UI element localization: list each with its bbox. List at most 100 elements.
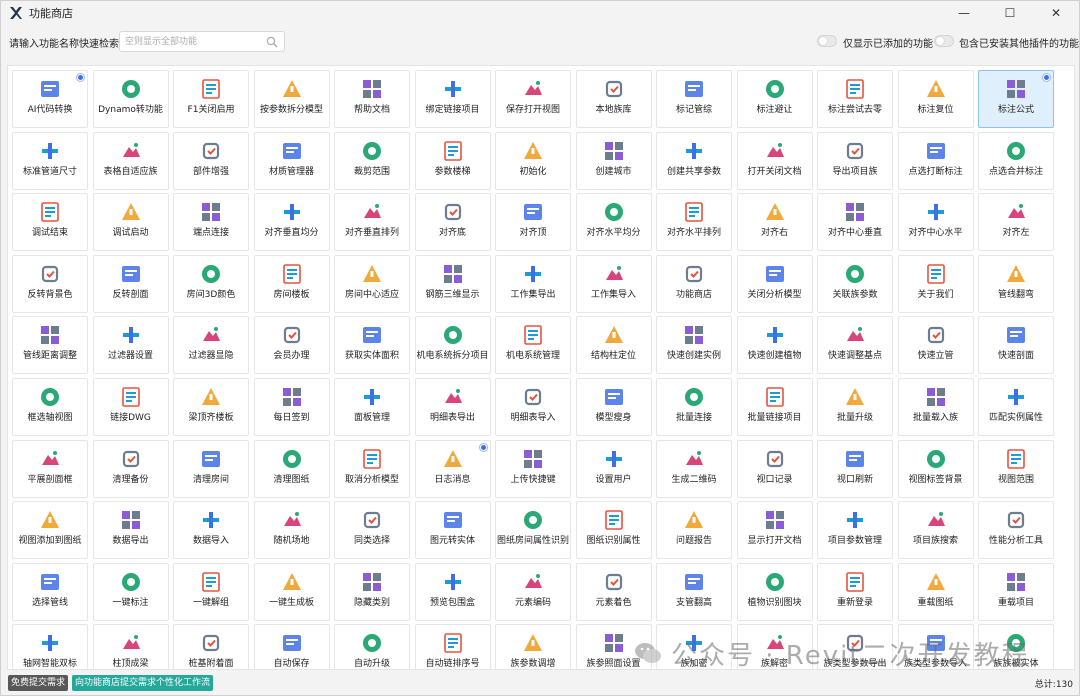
function-tile[interactable]: 视口记录 xyxy=(736,439,813,498)
function-tile[interactable]: 结构柱定位 xyxy=(575,316,652,375)
function-tile[interactable]: 本地族库 xyxy=(575,70,652,128)
function-tile[interactable]: 上传快捷键 xyxy=(495,439,571,498)
function-tile[interactable]: 关于我们 xyxy=(897,254,974,313)
function-tile[interactable]: 管线距离调整 xyxy=(12,316,88,375)
function-tile[interactable]: 项目族搜索 xyxy=(897,501,974,560)
function-tile[interactable]: 图纸识别属性 xyxy=(575,501,652,560)
function-tile[interactable]: 问题报告 xyxy=(656,501,732,560)
function-tile[interactable]: 族解密 xyxy=(736,624,813,669)
function-tile[interactable]: 标准管道尺寸 xyxy=(12,131,88,190)
function-tile[interactable]: 裁剪范围 xyxy=(334,131,410,190)
function-tile[interactable]: 选择管线 xyxy=(12,562,88,621)
function-tile[interactable]: 钢筋三维显示 xyxy=(414,254,491,313)
function-tile[interactable]: 取消分析模型 xyxy=(334,439,410,498)
function-tile[interactable]: 对齐顶 xyxy=(495,193,571,252)
function-tile[interactable]: 关闭分析模型 xyxy=(736,254,813,313)
function-tile[interactable]: 一键标注 xyxy=(92,562,169,621)
function-tile[interactable]: 视图范围 xyxy=(978,439,1054,498)
function-tile[interactable]: 框选轴视图 xyxy=(12,377,88,436)
function-tile[interactable]: Dynamo转功能 xyxy=(92,70,169,128)
function-tile[interactable]: 批量载入族 xyxy=(897,377,974,436)
function-tile[interactable]: 过滤器设置 xyxy=(92,316,169,375)
function-tile[interactable]: 族族被实体 xyxy=(978,624,1054,669)
function-tile[interactable]: 打开关闭文档 xyxy=(736,131,813,190)
function-tile[interactable]: 调试结束 xyxy=(12,193,88,252)
function-tile[interactable]: 轴网智能双标 xyxy=(12,624,88,669)
function-tile[interactable]: 绑定链接项目 xyxy=(414,70,491,128)
function-tile[interactable]: 明细表导入 xyxy=(495,377,571,436)
function-tile[interactable]: 对齐中心垂直 xyxy=(817,193,893,252)
function-tile[interactable]: 平展剖面框 xyxy=(12,439,88,498)
function-tile[interactable]: 数据导出 xyxy=(92,501,169,560)
function-tile[interactable]: 导出项目族 xyxy=(817,131,893,190)
function-tile[interactable]: 部件增强 xyxy=(173,131,249,190)
function-tile[interactable]: 族参照面设置 xyxy=(575,624,652,669)
function-tile[interactable]: 一键生成板 xyxy=(253,562,330,621)
function-tile[interactable]: 管线翻弯 xyxy=(978,254,1054,313)
function-tile[interactable]: 清理房间 xyxy=(173,439,249,498)
function-tile[interactable]: 快速调整基点 xyxy=(817,316,893,375)
free-request-button[interactable]: 免费提交需求 xyxy=(8,675,69,691)
function-tile[interactable]: 快速剖面 xyxy=(978,316,1054,375)
function-tile[interactable]: 数据导入 xyxy=(173,501,249,560)
function-tile[interactable]: 帮助文档 xyxy=(334,70,410,128)
function-tile[interactable]: 随机场地 xyxy=(253,501,330,560)
function-tile[interactable]: 清理备份 xyxy=(92,439,169,498)
function-tile[interactable]: 对齐中心水平 xyxy=(897,193,974,252)
function-tile[interactable]: 日志消息 xyxy=(414,439,491,498)
function-tile[interactable]: 图纸房间属性识别 xyxy=(495,501,571,560)
function-tile[interactable]: 初始化 xyxy=(495,131,571,190)
function-tile[interactable]: 视口刷新 xyxy=(817,439,893,498)
function-tile[interactable]: 表格自适应族 xyxy=(92,131,169,190)
function-tile[interactable]: 生成二维码 xyxy=(656,439,732,498)
function-tile[interactable]: 批量升级 xyxy=(817,377,893,436)
toggle-include-other-plugins[interactable] xyxy=(934,35,954,47)
function-tile[interactable]: 机电系统拆分项目 xyxy=(414,316,491,375)
function-tile[interactable]: 自动保存 xyxy=(253,624,330,669)
function-tile[interactable]: 自动升级 xyxy=(334,624,410,669)
function-tile[interactable]: 梁顶齐楼板 xyxy=(173,377,249,436)
function-tile[interactable]: 关联族参数 xyxy=(817,254,893,313)
function-tile[interactable]: 匹配实例属性 xyxy=(978,377,1054,436)
function-tile[interactable]: 获取实体面积 xyxy=(334,316,410,375)
function-tile[interactable]: 清理图纸 xyxy=(253,439,330,498)
function-tile[interactable]: 元素着色 xyxy=(575,562,652,621)
function-tile[interactable]: 每日签到 xyxy=(253,377,330,436)
function-tile[interactable]: 元素编码 xyxy=(495,562,571,621)
function-tile[interactable]: 机电系统管理 xyxy=(495,316,571,375)
function-tile[interactable]: 对齐垂直均分 xyxy=(253,193,330,252)
function-tile[interactable]: 族类型参数导入 xyxy=(897,624,974,669)
function-tile[interactable]: 图元转实体 xyxy=(414,501,491,560)
function-tile[interactable]: 模型瘦身 xyxy=(575,377,652,436)
function-tile[interactable]: 对齐水平均分 xyxy=(575,193,652,252)
function-tile[interactable]: 一键解组 xyxy=(173,562,249,621)
function-tile[interactable]: 快速创建实例 xyxy=(656,316,732,375)
function-tile[interactable]: 设置用户 xyxy=(575,439,652,498)
function-tile[interactable]: F1关闭启用 xyxy=(173,70,249,128)
function-tile[interactable]: 桩基附着面 xyxy=(173,624,249,669)
function-tile[interactable]: 端点连接 xyxy=(173,193,249,252)
function-tile[interactable]: 批量链接项目 xyxy=(736,377,813,436)
function-tile[interactable]: 植物识别图块 xyxy=(736,562,813,621)
function-tile[interactable]: 反转剖面 xyxy=(92,254,169,313)
function-tile[interactable]: 预览包围盒 xyxy=(414,562,491,621)
function-tile[interactable]: 面板管理 xyxy=(334,377,410,436)
function-tile[interactable]: 参数楼梯 xyxy=(414,131,491,190)
function-tile[interactable]: 标记管综 xyxy=(656,70,732,128)
function-tile[interactable]: 快速创建植物 xyxy=(736,316,813,375)
function-tile[interactable]: 同类选择 xyxy=(334,501,410,560)
function-tile[interactable]: 族参数调增 xyxy=(495,624,571,669)
function-tile[interactable]: 创建城市 xyxy=(575,131,652,190)
function-tile[interactable]: 快速立管 xyxy=(897,316,974,375)
function-tile[interactable]: 房间3D颜色 xyxy=(173,254,249,313)
function-tile[interactable]: 柱顶成梁 xyxy=(92,624,169,669)
close-button[interactable]: ✕ xyxy=(1033,1,1079,25)
maximize-button[interactable]: ☐ xyxy=(987,1,1033,25)
store-request-button[interactable]: 向功能商店提交需求个性化工作流 xyxy=(72,675,214,691)
function-tile[interactable]: 对齐垂直排列 xyxy=(334,193,410,252)
function-tile[interactable]: 明细表导出 xyxy=(414,377,491,436)
function-tile[interactable]: 对齐底 xyxy=(414,193,491,252)
function-tile[interactable]: 重新登录 xyxy=(817,562,893,621)
function-tile[interactable]: 过滤器显隐 xyxy=(173,316,249,375)
search-icon[interactable] xyxy=(266,36,278,48)
